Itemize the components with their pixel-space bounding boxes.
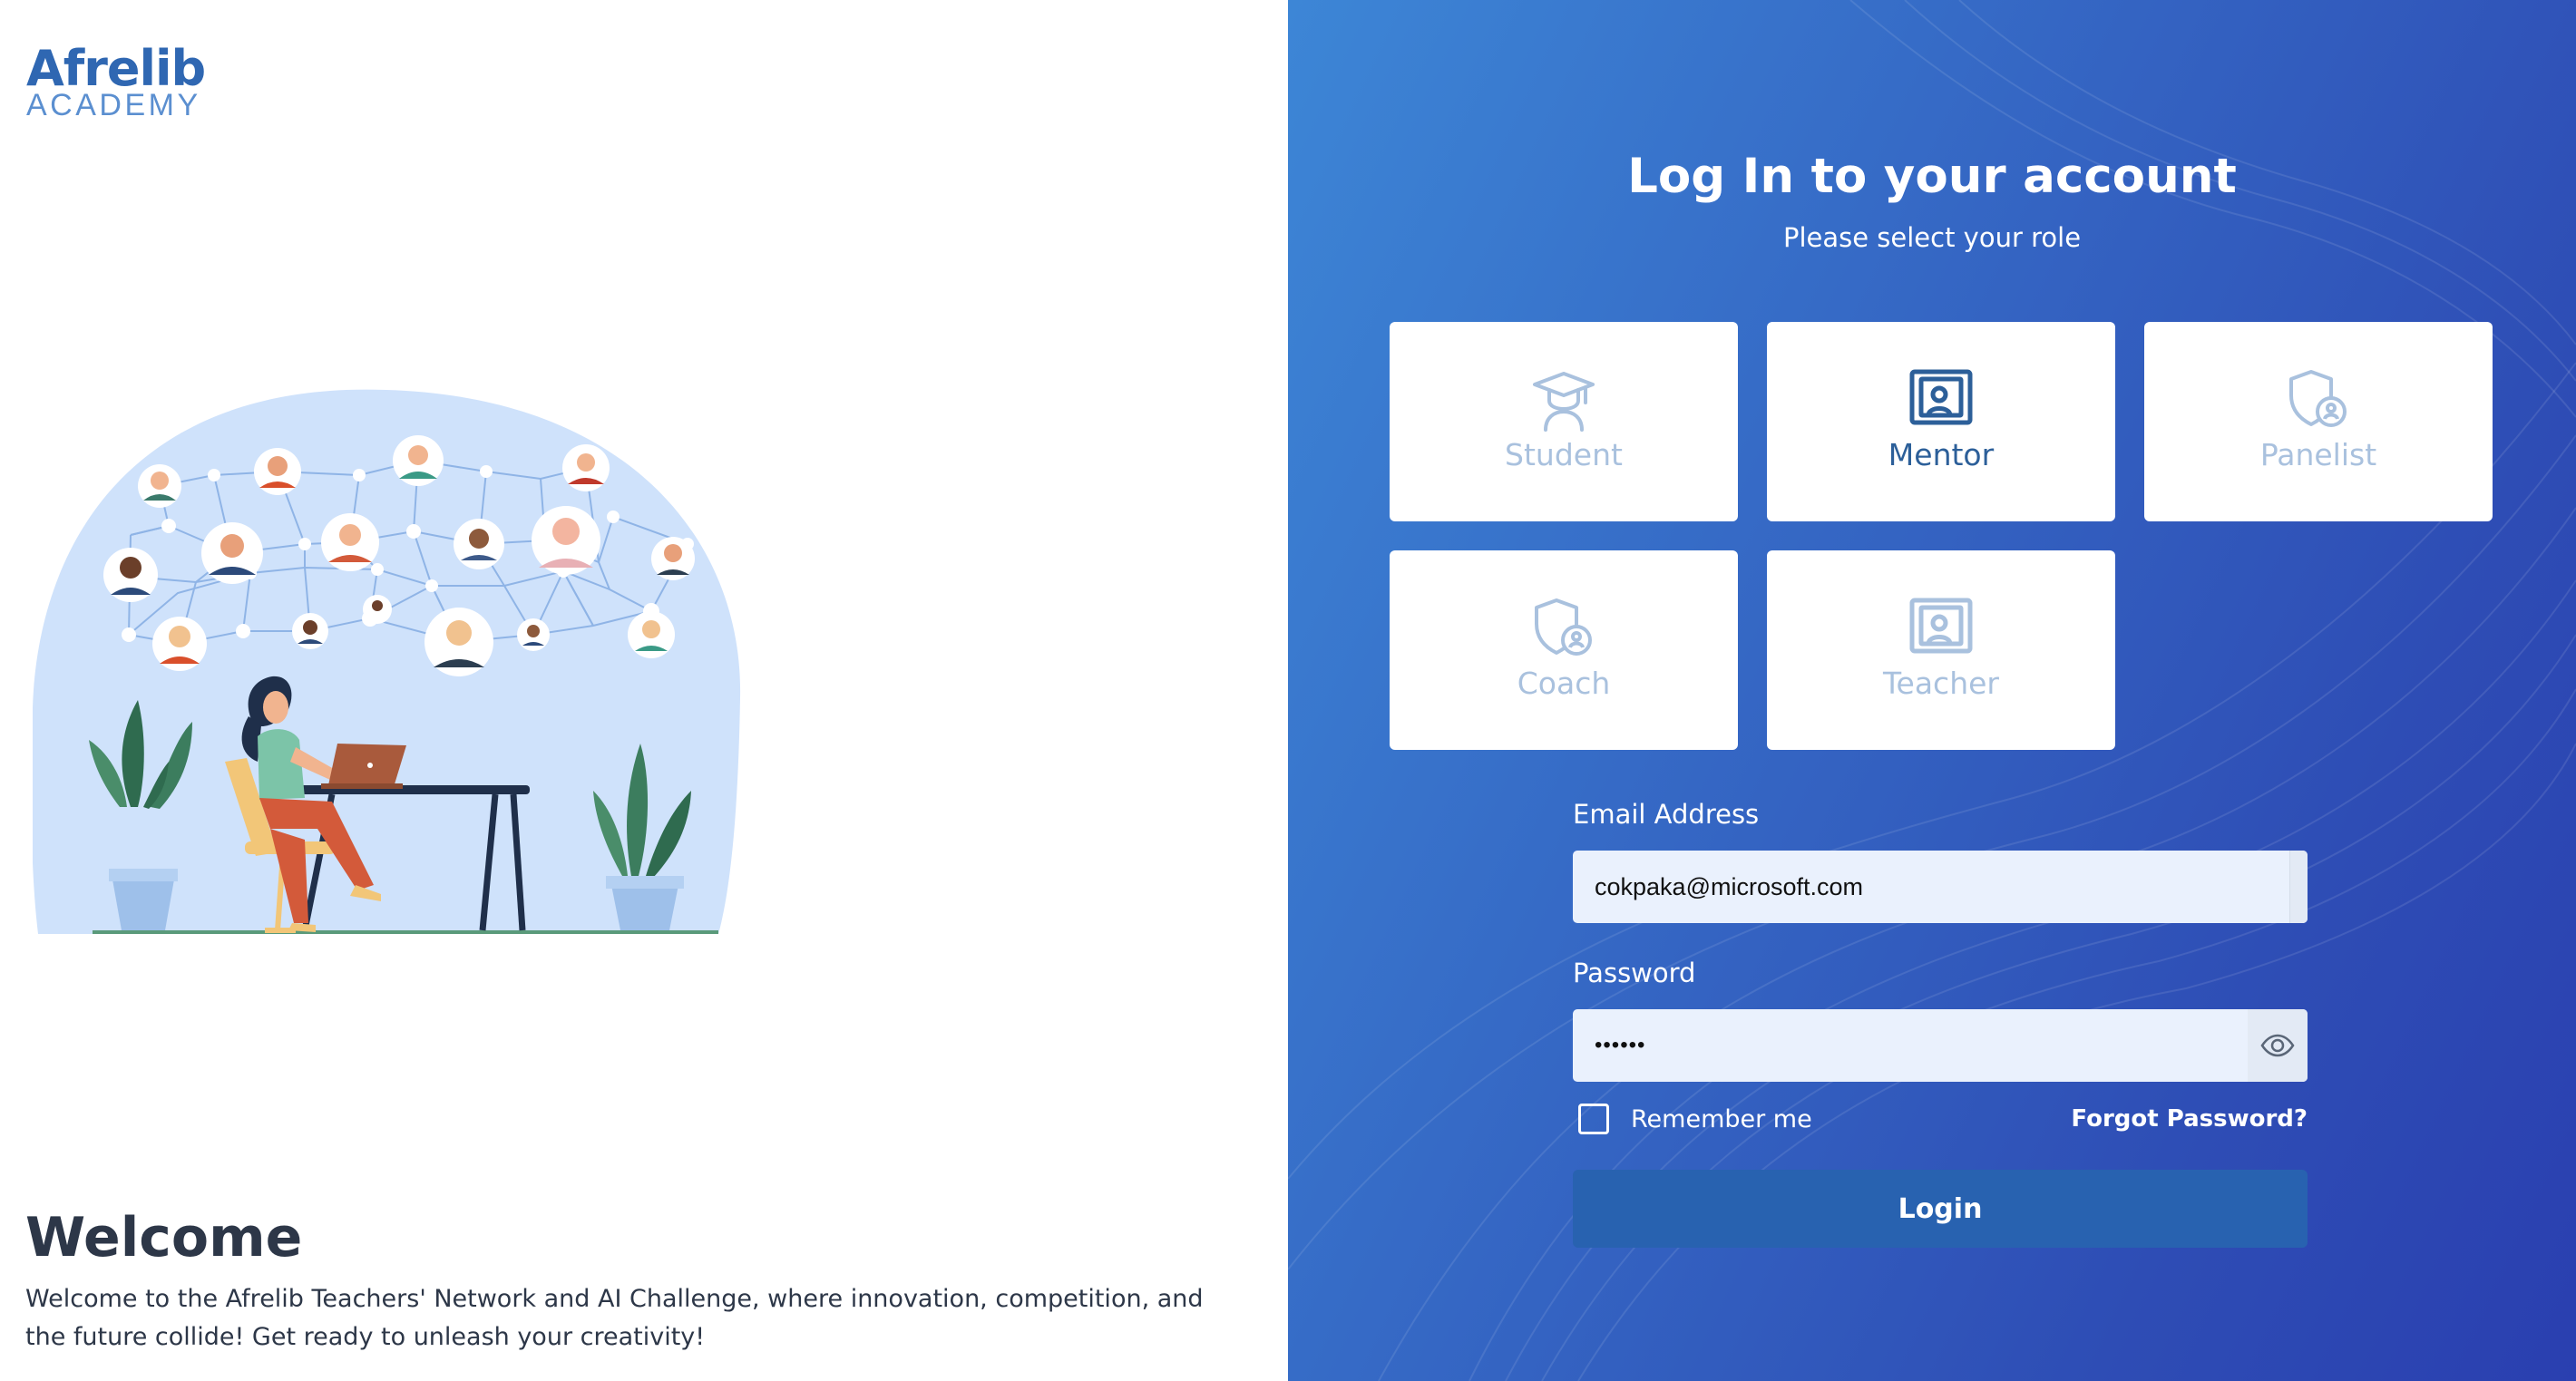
presentation-board-icon: [1909, 369, 1973, 425]
network-illustration: [33, 389, 741, 934]
email-field-scrollbar: [2289, 851, 2308, 923]
graduation-cap-icon: [1533, 372, 1595, 432]
password-field-container: [1573, 1009, 2308, 1082]
checkbox-box[interactable]: [1578, 1104, 1609, 1134]
email-input[interactable]: [1573, 851, 2289, 923]
toggle-password-visibility-button[interactable]: [2248, 1009, 2308, 1082]
email-label: Email Address: [1573, 799, 1760, 830]
remember-me-label: Remember me: [1631, 1104, 1812, 1133]
welcome-panel: Afrelib ACADEMY Welcome Welcome to the A…: [0, 0, 1288, 1381]
shield-user-icon: [2289, 370, 2347, 427]
role-card-coach[interactable]: Coach: [1390, 550, 1738, 750]
role-label-student: Student: [1505, 437, 1623, 472]
shield-user-icon: [1535, 598, 1592, 656]
login-subtitle: Please select your role: [1782, 222, 2082, 253]
role-label-panelist: Panelist: [2259, 437, 2377, 472]
login-button[interactable]: Login: [1573, 1170, 2308, 1248]
forgot-password-link[interactable]: Forgot Password?: [2071, 1101, 2308, 1137]
brand-logo[interactable]: Afrelib ACADEMY: [26, 42, 208, 123]
password-input[interactable]: [1573, 1009, 2235, 1082]
role-card-panelist[interactable]: Panelist: [2144, 322, 2493, 521]
login-panel: Log In to your account Please select you…: [1288, 0, 2576, 1381]
eye-icon: [2260, 1034, 2295, 1057]
role-label-coach: Coach: [1517, 666, 1611, 701]
email-field-container: [1573, 851, 2308, 923]
role-card-student[interactable]: Student: [1390, 322, 1738, 521]
welcome-text: Welcome to the Afrelib Teachers' Network…: [25, 1285, 1204, 1351]
remember-me-checkbox[interactable]: Remember me: [1578, 1101, 1812, 1137]
role-label-teacher: Teacher: [1882, 666, 1999, 701]
role-card-teacher[interactable]: Teacher: [1767, 550, 2115, 750]
welcome-title: Welcome: [25, 1206, 303, 1269]
role-card-mentor[interactable]: Mentor: [1767, 322, 2115, 521]
presentation-board-icon: [1909, 598, 1973, 654]
role-label-mentor: Mentor: [1888, 437, 1995, 472]
password-label: Password: [1573, 958, 1696, 988]
login-title: Log In to your account: [1627, 149, 2237, 204]
brand-subtitle: ACADEMY: [26, 88, 201, 122]
